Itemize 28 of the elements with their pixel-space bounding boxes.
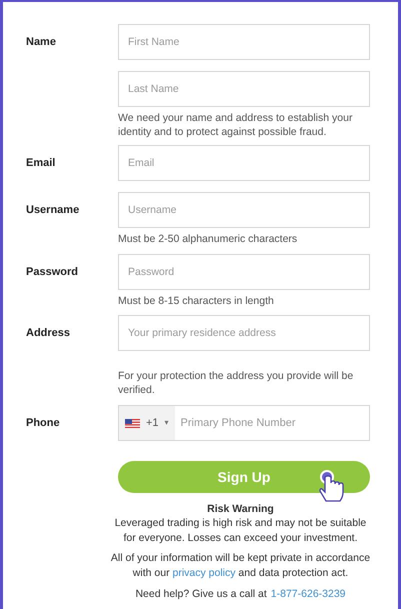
field-label: Address: [26, 326, 72, 341]
field-label: Username: [26, 203, 80, 218]
privacy-text: All of your information will be kept private in accordance with our privacy policy and data protection act.: [110, 551, 372, 581]
input-field[interactable]: First Name: [118, 24, 370, 60]
help-text: Need help? Give us a call at: [135, 587, 267, 602]
input-field[interactable]: Last Name: [118, 71, 370, 107]
field-label: Phone: [26, 416, 61, 431]
caret-icon[interactable]: ▾: [164, 417, 169, 429]
privacy-policy-link[interactable]: privacy policy: [172, 567, 236, 579]
sign-up-button[interactable]: Sign Up: [118, 461, 370, 493]
help-text: We need your name and address to establish your identity and to protect against possible fraud.: [118, 111, 354, 139]
risk-warning-title: Risk Warning: [207, 502, 274, 516]
field-label: Email: [26, 156, 56, 171]
input-field[interactable]: Email: [118, 145, 370, 181]
input-field[interactable]: Password: [118, 254, 370, 290]
help-text: For your protection the address you provide will be verified.: [118, 369, 354, 397]
input-field[interactable]: Username: [118, 192, 370, 228]
help-text: Must be 2-50 alphanumeric characters: [118, 232, 298, 246]
risk-warning-text: Leveraged trading is high risk and may not be suitable for everyone. Losses can exceed your investment.: [114, 516, 368, 546]
hand-cursor-icon: [318, 470, 346, 504]
phone-link[interactable]: 1-877-626-3239: [270, 587, 346, 602]
phone-field[interactable]: +1 ▾ Primary Phone Number: [118, 405, 370, 441]
field-label: Name: [26, 35, 57, 50]
field-label: Password: [26, 265, 79, 280]
country-code[interactable]: +1: [146, 414, 159, 432]
flag-icon: [125, 418, 140, 428]
input-field[interactable]: Your primary residence address: [118, 315, 370, 351]
help-text: Must be 8-15 characters in length: [118, 294, 275, 308]
